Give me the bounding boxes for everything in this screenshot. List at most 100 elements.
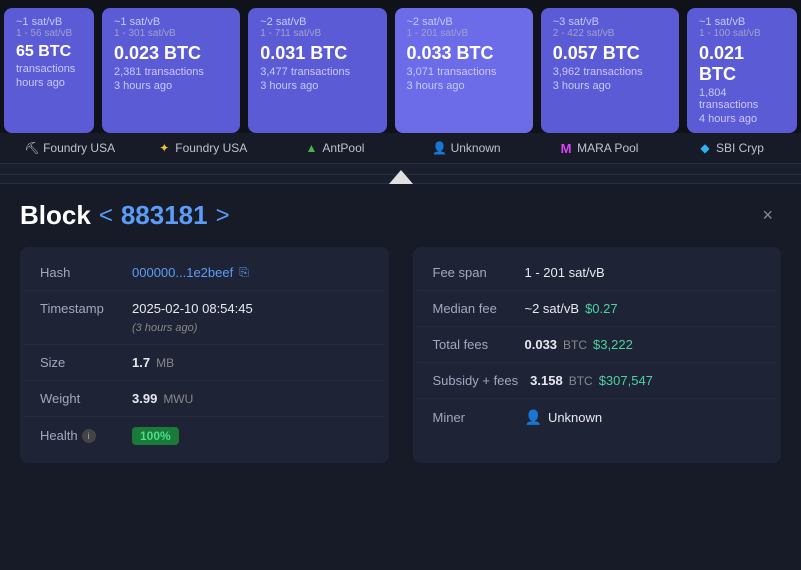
weight-value: 3.99 MWU xyxy=(132,391,193,406)
total-fees-row: Total fees 0.033 BTC $3,222 xyxy=(417,327,778,363)
arrow-indicator xyxy=(0,164,801,184)
mara-icon: M xyxy=(559,141,573,155)
size-value: 1.7 MB xyxy=(132,355,174,370)
miners-row: ⛏ Foundry USA ✦ Foundry USA ▲ AntPool 👤 … xyxy=(0,133,801,164)
block-nav-prev[interactable]: < xyxy=(99,202,113,230)
miner-sbi[interactable]: ◆ SBI Cryp xyxy=(665,139,797,157)
subsidy-value: 3.158 BTC $307,547 xyxy=(530,373,653,388)
weight-number: 3.99 xyxy=(132,391,157,406)
size-label: Size xyxy=(40,355,120,370)
miner-name-4: Unknown xyxy=(451,141,501,155)
card5-time: 3 hours ago xyxy=(553,80,667,92)
block-header: Block < 883181 > × xyxy=(20,200,781,231)
card1-btc: 65 BTC xyxy=(16,43,82,61)
arrow-up-icon xyxy=(389,170,413,184)
timestamp-value: 2025-02-10 08:54:45 (3 hours ago) xyxy=(132,301,253,334)
card3-time: 3 hours ago xyxy=(260,80,374,92)
block-card-6[interactable]: ~1 sat/vB 1 - 100 sat/vB 0.021 BTC 1,804… xyxy=(687,8,797,133)
block-card-3[interactable]: ~2 sat/vB 1 - 711 sat/vB 0.031 BTC 3,477… xyxy=(248,8,386,133)
blocks-carousel: ~1 sat/vB 1 - 56 sat/vB 65 BTC transacti… xyxy=(0,0,801,133)
foundry-icon-1: ⛏ xyxy=(25,141,39,155)
subsidy-row: Subsidy + fees 3.158 BTC $307,547 xyxy=(417,363,778,399)
card5-sat-range: 2 - 422 sat/vB xyxy=(553,28,667,39)
weight-unit: MWU xyxy=(163,392,193,406)
card3-tx: 3,477 transactions xyxy=(260,66,374,78)
fee-span-value: 1 - 201 sat/vB xyxy=(525,265,605,280)
card1-time: hours ago xyxy=(16,77,82,89)
block-card-2[interactable]: ~1 sat/vB 1 - 301 sat/vB 0.023 BTC 2,381… xyxy=(102,8,240,133)
total-fees-usd: $3,222 xyxy=(593,337,633,352)
subsidy-btc: 3.158 xyxy=(530,373,563,388)
card4-tx: 3,071 transactions xyxy=(407,66,521,78)
card5-btc: 0.057 BTC xyxy=(553,43,667,64)
miner-foundry-usa-2[interactable]: ✦ Foundry USA xyxy=(136,139,268,157)
card5-tx: 3,962 transactions xyxy=(553,66,667,78)
block-nav-next[interactable]: > xyxy=(216,202,230,230)
timestamp-main: 2025-02-10 08:54:45 xyxy=(132,301,253,316)
miner-value: 👤 Unknown xyxy=(525,409,603,426)
size-number: 1.7 xyxy=(132,355,150,370)
health-row: Health i 100% xyxy=(24,417,385,455)
card1-sat-approx: ~1 sat/vB xyxy=(16,16,82,28)
miner-name-value: Unknown xyxy=(548,410,602,425)
subsidy-label: Subsidy + fees xyxy=(433,373,519,388)
health-info-icon[interactable]: i xyxy=(82,429,96,443)
block-title-prefix: Block xyxy=(20,200,91,231)
miner-foundry-usa-1[interactable]: ⛏ Foundry USA xyxy=(4,139,136,157)
total-fees-label: Total fees xyxy=(433,337,513,352)
miner-antpool[interactable]: ▲ AntPool xyxy=(268,139,400,157)
sbi-icon: ◆ xyxy=(698,141,712,155)
miner-unknown[interactable]: 👤 Unknown xyxy=(401,139,533,157)
unknown-miner-icon: 👤 xyxy=(433,141,447,155)
card3-sat-range: 1 - 711 sat/vB xyxy=(260,28,374,39)
miner-user-icon: 👤 xyxy=(525,409,542,426)
hash-link[interactable]: 000000...1e2beef xyxy=(132,265,233,280)
right-info-section: Fee span 1 - 201 sat/vB Median fee ~2 sa… xyxy=(413,247,782,463)
close-button[interactable]: × xyxy=(754,201,781,230)
card2-btc: 0.023 BTC xyxy=(114,43,228,64)
card2-time: 3 hours ago xyxy=(114,80,228,92)
miner-label: Miner xyxy=(433,410,513,425)
copy-icon[interactable]: ⎘ xyxy=(239,265,249,280)
card6-tx: 1,804 transactions xyxy=(699,87,785,111)
health-value: 100% xyxy=(132,427,179,445)
miner-name-5: MARA Pool xyxy=(577,141,638,155)
card4-sat-range: 1 - 201 sat/vB xyxy=(407,28,521,39)
subsidy-unit: BTC xyxy=(569,374,593,388)
block-number: 883181 xyxy=(121,200,208,231)
fee-span-text: 1 - 201 sat/vB xyxy=(525,265,605,280)
median-fee-text: ~2 sat/vB xyxy=(525,301,580,316)
total-fees-value: 0.033 BTC $3,222 xyxy=(525,337,633,352)
median-fee-label: Median fee xyxy=(433,301,513,316)
miner-name-3: AntPool xyxy=(322,141,364,155)
block-card-4[interactable]: ~2 sat/vB 1 - 201 sat/vB 0.033 BTC 3,071… xyxy=(395,8,533,133)
median-fee-value: ~2 sat/vB $0.27 xyxy=(525,301,618,316)
block-card-5[interactable]: ~3 sat/vB 2 - 422 sat/vB 0.057 BTC 3,962… xyxy=(541,8,679,133)
card2-tx: 2,381 transactions xyxy=(114,66,228,78)
block-card-1[interactable]: ~1 sat/vB 1 - 56 sat/vB 65 BTC transacti… xyxy=(4,8,94,133)
health-badge: 100% xyxy=(132,427,179,445)
card4-sat-approx: ~2 sat/vB xyxy=(407,16,521,28)
card6-btc: 0.021 BTC xyxy=(699,43,785,85)
card6-sat-range: 1 - 100 sat/vB xyxy=(699,28,785,39)
antpool-icon: ▲ xyxy=(304,141,318,155)
miner-name-6: SBI Cryp xyxy=(716,141,764,155)
hash-label: Hash xyxy=(40,265,120,280)
size-row: Size 1.7 MB xyxy=(24,345,385,381)
card3-sat-approx: ~2 sat/vB xyxy=(260,16,374,28)
card2-sat-range: 1 - 301 sat/vB xyxy=(114,28,228,39)
fee-span-row: Fee span 1 - 201 sat/vB xyxy=(417,255,778,291)
hash-value: 000000...1e2beef ⎘ xyxy=(132,265,249,280)
block-detail-panel: Block < 883181 > × Hash 000000...1e2beef… xyxy=(0,184,801,570)
card4-btc: 0.033 BTC xyxy=(407,43,521,64)
card6-sat-approx: ~1 sat/vB xyxy=(699,16,785,28)
timestamp-sub: (3 hours ago) xyxy=(132,322,197,334)
block-title: Block < 883181 > xyxy=(20,200,230,231)
miner-mara[interactable]: M MARA Pool xyxy=(533,139,665,157)
main-layout: ~1 sat/vB 1 - 56 sat/vB 65 BTC transacti… xyxy=(0,0,801,570)
hash-row: Hash 000000...1e2beef ⎘ xyxy=(24,255,385,291)
size-unit: MB xyxy=(156,356,174,370)
median-fee-usd: $0.27 xyxy=(585,301,618,316)
subsidy-usd: $307,547 xyxy=(599,373,653,388)
timestamp-label: Timestamp xyxy=(40,301,120,316)
